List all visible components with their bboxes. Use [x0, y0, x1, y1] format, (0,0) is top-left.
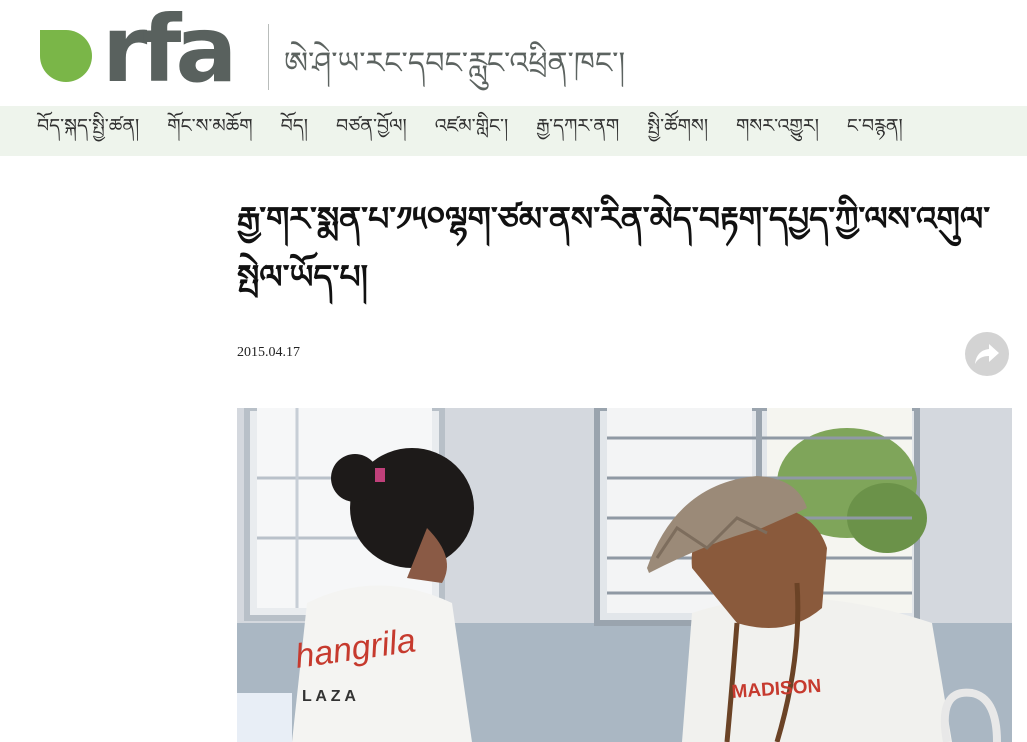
service-name: ཨེ་ཤེ་ཡ་རང་དབང་རླུང་འཕྲིན་ཁང་།: [284, 46, 626, 81]
logo-leaf-icon: [40, 30, 92, 82]
nav-item-world[interactable]: འཛམ་གླིང་།: [435, 104, 508, 158]
nav-item-china[interactable]: རྒྱ་དཀར་ནག: [536, 104, 619, 158]
nav-item-society[interactable]: སྤྱི་ཚོགས།: [647, 104, 708, 158]
article-photo: hangrila L A Z A MADISON: [237, 408, 1012, 742]
nav-item-news[interactable]: གསར་འགྱུར།: [736, 104, 819, 158]
nav-item-video[interactable]: ང་བརྙན།: [847, 104, 903, 158]
photo-illustration: hangrila L A Z A MADISON: [237, 408, 1012, 742]
rfa-logo[interactable]: rfa: [40, 0, 238, 103]
main-nav: བོད་སྐད་སྤྱི་ཚན། གོང་ས་མཆོག བོད། བཙན་བྱོ…: [0, 106, 1027, 156]
share-arrow-icon: [975, 344, 999, 364]
share-button[interactable]: [965, 332, 1009, 376]
site-header: rfa ཨེ་ཤེ་ཡ་རང་དབང་རླུང་འཕྲིན་ཁང་།: [0, 0, 1027, 106]
nav-item-tibetan-general[interactable]: བོད་སྐད་སྤྱི་ཚན།: [37, 104, 139, 158]
logo-text: rfa: [102, 0, 238, 103]
nav-item-tibet[interactable]: བོད།: [281, 104, 308, 158]
article-headline: རྒྱ་གར་སྨན་པ་༡༥༠ལྷག་ཙམ་ནས་རིན་མེད་བརྟག་ད…: [237, 199, 991, 296]
nav-item-dalai-lama[interactable]: གོང་ས་མཆོག: [167, 104, 252, 158]
photo-shirt-text-2: L A Z A: [302, 688, 356, 705]
article-date: 2015.04.17: [237, 345, 300, 360]
page: rfa ཨེ་ཤེ་ཡ་རང་དབང་རླུང་འཕྲིན་ཁང་། བོད་ས…: [0, 0, 1027, 742]
nav-list: བོད་སྐད་སྤྱི་ཚན། གོང་ས་མཆོག བོད། བཙན་བྱོ…: [0, 106, 1027, 156]
logo-divider: [268, 24, 269, 90]
nav-item-exile[interactable]: བཙན་བྱོལ།: [336, 104, 407, 158]
